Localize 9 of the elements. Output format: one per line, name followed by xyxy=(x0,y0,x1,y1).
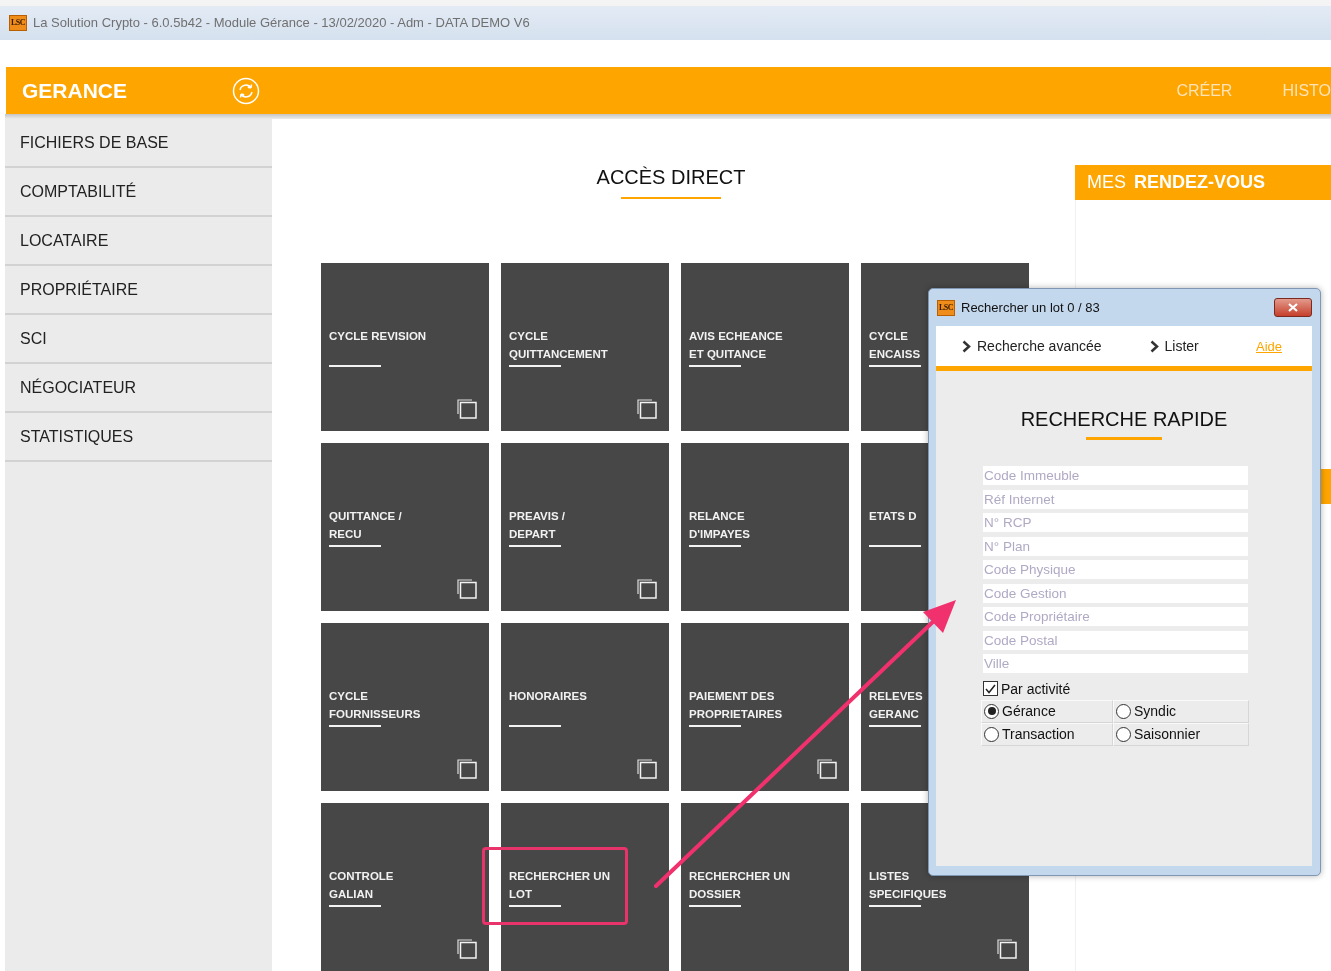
dialog-logo: LSC xyxy=(937,299,955,316)
window-title: La Solution Crypto - 6.0.5b42 - Module Gérance - 13/02/2020 - Adm - DATA DEMO V6 xyxy=(33,15,530,31)
dialog-heading: RECHERCHE RAPIDE xyxy=(1020,407,1228,431)
panel-title: RENDEZ-VOUS xyxy=(1134,172,1266,193)
app-logo: LSC xyxy=(9,14,27,31)
dialog-title: Rechercher un lot 0 / 83 xyxy=(961,300,1100,315)
section-title: ACCÈS DIRECT xyxy=(596,166,746,188)
panel-title-prefix: MES xyxy=(1087,172,1126,193)
module-title: GERANCE xyxy=(22,78,127,103)
